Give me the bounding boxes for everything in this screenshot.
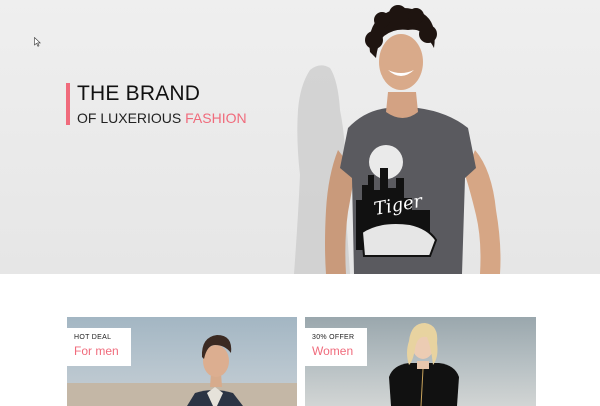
promo-men-title[interactable]: For men (74, 344, 131, 358)
promo-women-tag: 30% OFFER (312, 334, 355, 341)
promo-men-tag: HOT DEAL (74, 334, 112, 341)
headline-subtitle-prefix: OF LUXERIOUS (77, 110, 186, 126)
headline-subtitle: OF LUXERIOUS FASHION (77, 110, 247, 126)
headline-accent-bar (66, 83, 70, 125)
mouse-cursor-icon (34, 37, 41, 47)
headline-subtitle-highlight: FASHION (185, 110, 247, 126)
hero-model-image: Tiger (294, 5, 501, 274)
hero-banner: THE BRAND OF LUXERIOUS FASHION Tiger (0, 0, 600, 274)
promo-men-label: HOT DEAL For men (67, 328, 131, 366)
promo-women-title[interactable]: Women (312, 344, 367, 358)
promo-card-men[interactable]: HOT DEAL For men (67, 317, 297, 406)
promo-card-women[interactable]: 30% OFFER Women (305, 317, 536, 406)
headline-title: THE BRAND (77, 82, 201, 105)
promo-women-label: 30% OFFER Women (305, 328, 367, 366)
